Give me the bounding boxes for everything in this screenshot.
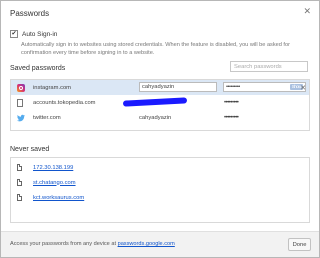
redaction-scribble [122, 97, 188, 107]
twitter-icon [17, 114, 25, 121]
password-site: accounts.tokopedia.com [33, 99, 96, 106]
never-saved-site[interactable]: 172.30.138.199 [33, 165, 73, 171]
password-site: twitter.com [33, 114, 61, 121]
dialog-title: Passwords [10, 9, 50, 18]
instagram-icon [17, 83, 25, 92]
close-icon[interactable]: ✕ [303, 6, 311, 17]
auto-signin-description: Automatically sign in to websites using … [21, 42, 290, 56]
saved-passwords-list: instagram.com cahyadyazin ••••••••• Show… [10, 79, 310, 131]
auto-signin-label: Auto Sign-in [22, 30, 58, 38]
password-row[interactable]: instagram.com cahyadyazin ••••••••• Show… [11, 80, 309, 95]
page-icon [17, 164, 22, 171]
saved-passwords-title: Saved passwords [10, 65, 66, 72]
password-site: instagram.com [33, 84, 72, 91]
username-value: cahyadyazin [142, 84, 175, 90]
page-icon [17, 194, 22, 201]
search-passwords-input[interactable]: Search passwords [230, 61, 308, 72]
never-saved-site[interactable]: st.chatango.com [33, 180, 76, 186]
remove-password-icon[interactable]: ✕ [300, 84, 306, 92]
page-icon [17, 179, 22, 186]
password-row[interactable]: accounts.tokopedia.com ••••••••• [11, 95, 309, 110]
dialog-footer: Access your passwords from any device at… [1, 231, 319, 257]
footer-message: Access your passwords from any device at [10, 241, 118, 247]
password-value: ••••••••• [224, 114, 239, 121]
never-saved-row[interactable]: kct.worksaurus.com [11, 190, 309, 205]
never-saved-site[interactable]: kct.worksaurus.com [33, 195, 84, 201]
username-field[interactable]: cahyadyazin [139, 82, 217, 92]
footer-text: Access your passwords from any device at… [10, 241, 175, 247]
never-saved-row[interactable]: 172.30.138.199 [11, 160, 309, 175]
password-username: cahyadyazin [139, 114, 172, 121]
password-field[interactable]: ••••••••• Show [223, 82, 306, 92]
done-button[interactable]: Done [288, 238, 311, 251]
password-value: ••••••••• [226, 84, 240, 90]
password-value: ••••••••• [224, 99, 239, 106]
auto-signin-option[interactable]: ✔ Auto Sign-in [10, 30, 57, 38]
never-saved-list: 172.30.138.199 st.chatango.com kct.works… [10, 157, 310, 223]
passwords-google-link[interactable]: passwords.google.com [118, 241, 175, 247]
passwords-dialog: Passwords ✕ ✔ Auto Sign-in Automatically… [0, 0, 320, 258]
page-icon [17, 98, 23, 107]
auto-signin-checkbox[interactable]: ✔ [10, 30, 18, 38]
never-saved-title: Never saved [10, 146, 50, 153]
password-row[interactable]: twitter.com cahyadyazin ••••••••• [11, 110, 309, 125]
never-saved-row[interactable]: st.chatango.com [11, 175, 309, 190]
